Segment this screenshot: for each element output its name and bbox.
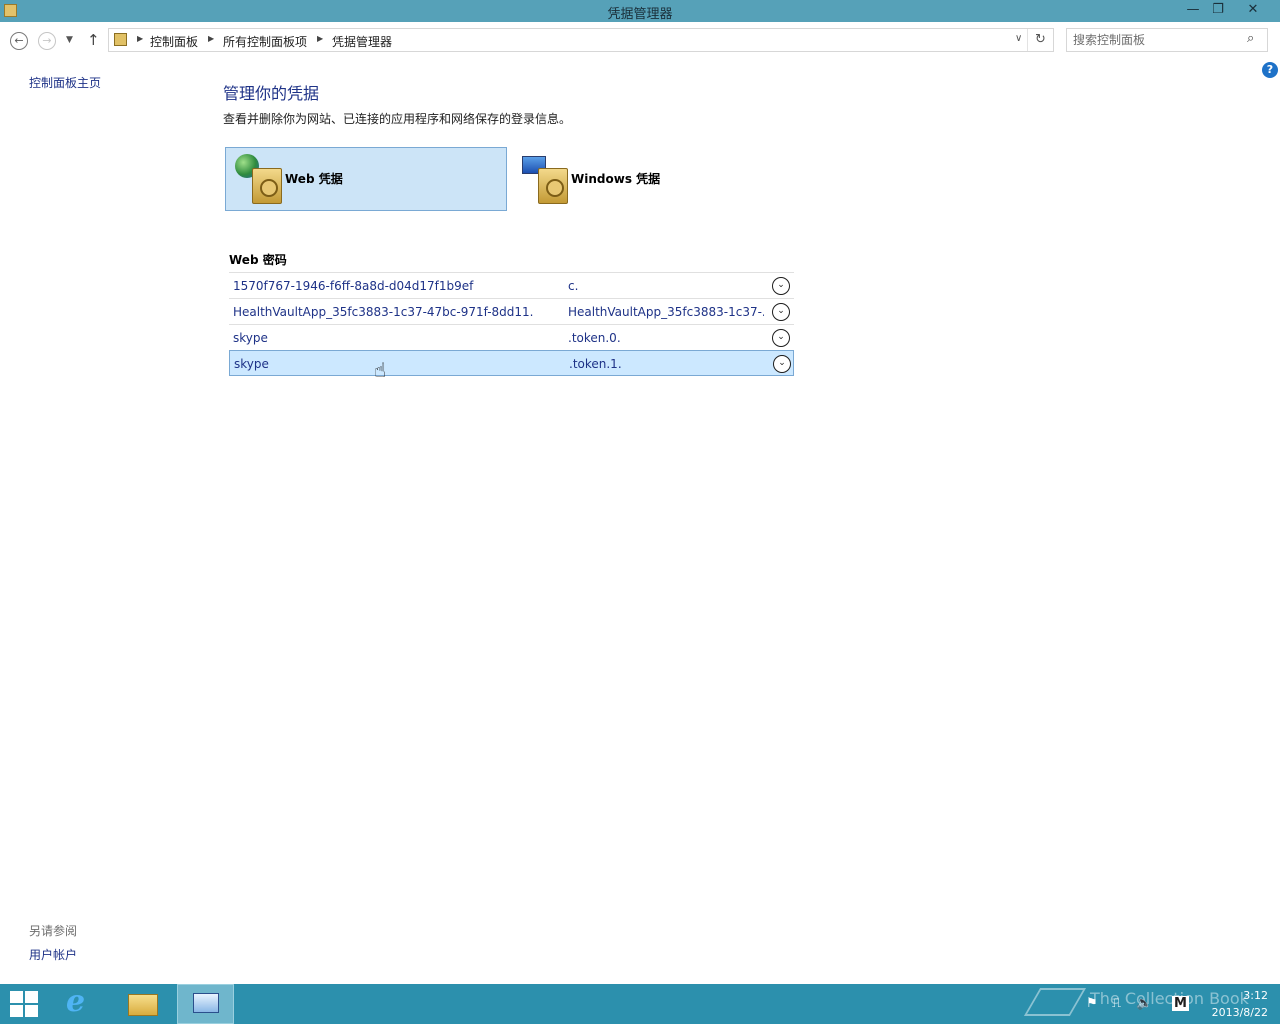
- page-description: 查看并删除你为网站、已连接的应用程序和网络保存的登录信息。: [223, 112, 572, 126]
- web-credentials-button[interactable]: Web 凭据: [225, 147, 507, 211]
- page-title: 管理你的凭据: [223, 84, 320, 103]
- title-bar: 凭据管理器 — ❐ ✕: [0, 0, 1280, 22]
- user-accounts-link[interactable]: 用户帐户: [29, 946, 77, 963]
- start-button[interactable]: [0, 984, 58, 1024]
- window-title: 凭据管理器: [607, 7, 673, 22]
- help-icon[interactable]: ?: [1262, 62, 1278, 78]
- back-button[interactable]: ←: [10, 32, 28, 50]
- credential-user: .token.1.: [569, 357, 622, 371]
- web-credentials-label: Web 凭据: [285, 172, 343, 186]
- address-bar[interactable]: ▶ 控制面板 ▶ 所有控制面板项 ▶ 凭据管理器 ∨ ↻: [108, 28, 1054, 52]
- credential-user: HealthVaultApp_35fc3883-1c37-...: [568, 305, 764, 319]
- credential-user: .token.0.: [568, 331, 621, 345]
- search-box[interactable]: ⌕: [1066, 28, 1268, 52]
- search-input[interactable]: [1073, 32, 1243, 48]
- taskbar-internet-explorer[interactable]: e: [52, 984, 110, 1024]
- credential-list: 1570f767-1946-f6ff-8a8d-d04d17f1b9ef c. …: [229, 272, 794, 376]
- action-center-flag-icon[interactable]: ⚑: [1086, 996, 1098, 1011]
- vault-icon: [538, 168, 568, 204]
- expand-chevron-icon[interactable]: ⌄: [772, 303, 790, 321]
- credential-row[interactable]: 1570f767-1946-f6ff-8a8d-d04d17f1b9ef c. …: [229, 272, 794, 298]
- close-button[interactable]: ✕: [1240, 0, 1266, 22]
- hand-cursor-icon: ☝: [374, 358, 387, 382]
- search-icon[interactable]: ⌕: [1247, 31, 1254, 46]
- breadcrumb-control-panel[interactable]: 控制面板: [150, 33, 198, 50]
- control-panel-home-link[interactable]: 控制面板主页: [29, 74, 101, 91]
- internet-explorer-icon: e: [66, 984, 86, 1019]
- vault-icon: [252, 168, 282, 204]
- up-button[interactable]: ↑: [87, 31, 100, 49]
- control-panel-icon: [114, 33, 127, 46]
- expand-chevron-icon[interactable]: ⌄: [772, 277, 790, 295]
- control-panel-icon: [193, 993, 219, 1013]
- breadcrumb-credential-manager[interactable]: 凭据管理器: [332, 33, 392, 50]
- clock-time[interactable]: 3:12: [1222, 989, 1268, 1002]
- expand-chevron-icon[interactable]: ⌄: [772, 329, 790, 347]
- credential-row[interactable]: HealthVaultApp_35fc3883-1c37-47bc-971f-8…: [229, 298, 794, 324]
- web-passwords-heading: Web 密码: [229, 253, 287, 267]
- restore-button[interactable]: ❐: [1205, 0, 1231, 22]
- network-icon[interactable]: ⎍: [1112, 996, 1121, 1011]
- credential-address: 1570f767-1946-f6ff-8a8d-d04d17f1b9ef: [233, 279, 474, 293]
- windows-credentials-button[interactable]: Windows 凭据: [515, 147, 805, 211]
- breadcrumb-separator[interactable]: ▶: [208, 34, 214, 43]
- clock-date[interactable]: 2013/8/22: [1200, 1006, 1268, 1019]
- input-method-icon[interactable]: M: [1172, 996, 1189, 1011]
- see-also-heading: 另请参阅: [29, 924, 78, 938]
- recent-locations-button[interactable]: ▼: [66, 35, 73, 45]
- credential-user: c.: [568, 279, 579, 293]
- expand-chevron-icon[interactable]: ⌄: [773, 355, 791, 373]
- minimize-button[interactable]: —: [1180, 0, 1206, 22]
- credential-row-selected[interactable]: skype .token.1. ⌄: [229, 350, 794, 376]
- breadcrumb-separator[interactable]: ▶: [317, 34, 323, 43]
- refresh-button[interactable]: ↻: [1027, 29, 1053, 51]
- breadcrumb-separator[interactable]: ▶: [137, 34, 143, 43]
- windows-logo-icon: [10, 991, 38, 1017]
- address-dropdown-icon[interactable]: ∨: [1015, 33, 1022, 44]
- taskbar-control-panel[interactable]: [177, 984, 234, 1024]
- taskbar-file-explorer[interactable]: [114, 984, 172, 1024]
- windows-credentials-label: Windows 凭据: [571, 172, 661, 186]
- credential-address: HealthVaultApp_35fc3883-1c37-47bc-971f-8…: [233, 305, 533, 319]
- breadcrumb-all-items[interactable]: 所有控制面板项: [223, 33, 307, 50]
- folder-icon: [128, 994, 158, 1016]
- volume-icon[interactable]: 🔈: [1136, 996, 1152, 1011]
- credential-address: skype: [233, 331, 268, 345]
- credential-row[interactable]: skype .token.0. ⌄: [229, 324, 794, 350]
- forward-button[interactable]: →: [38, 32, 56, 50]
